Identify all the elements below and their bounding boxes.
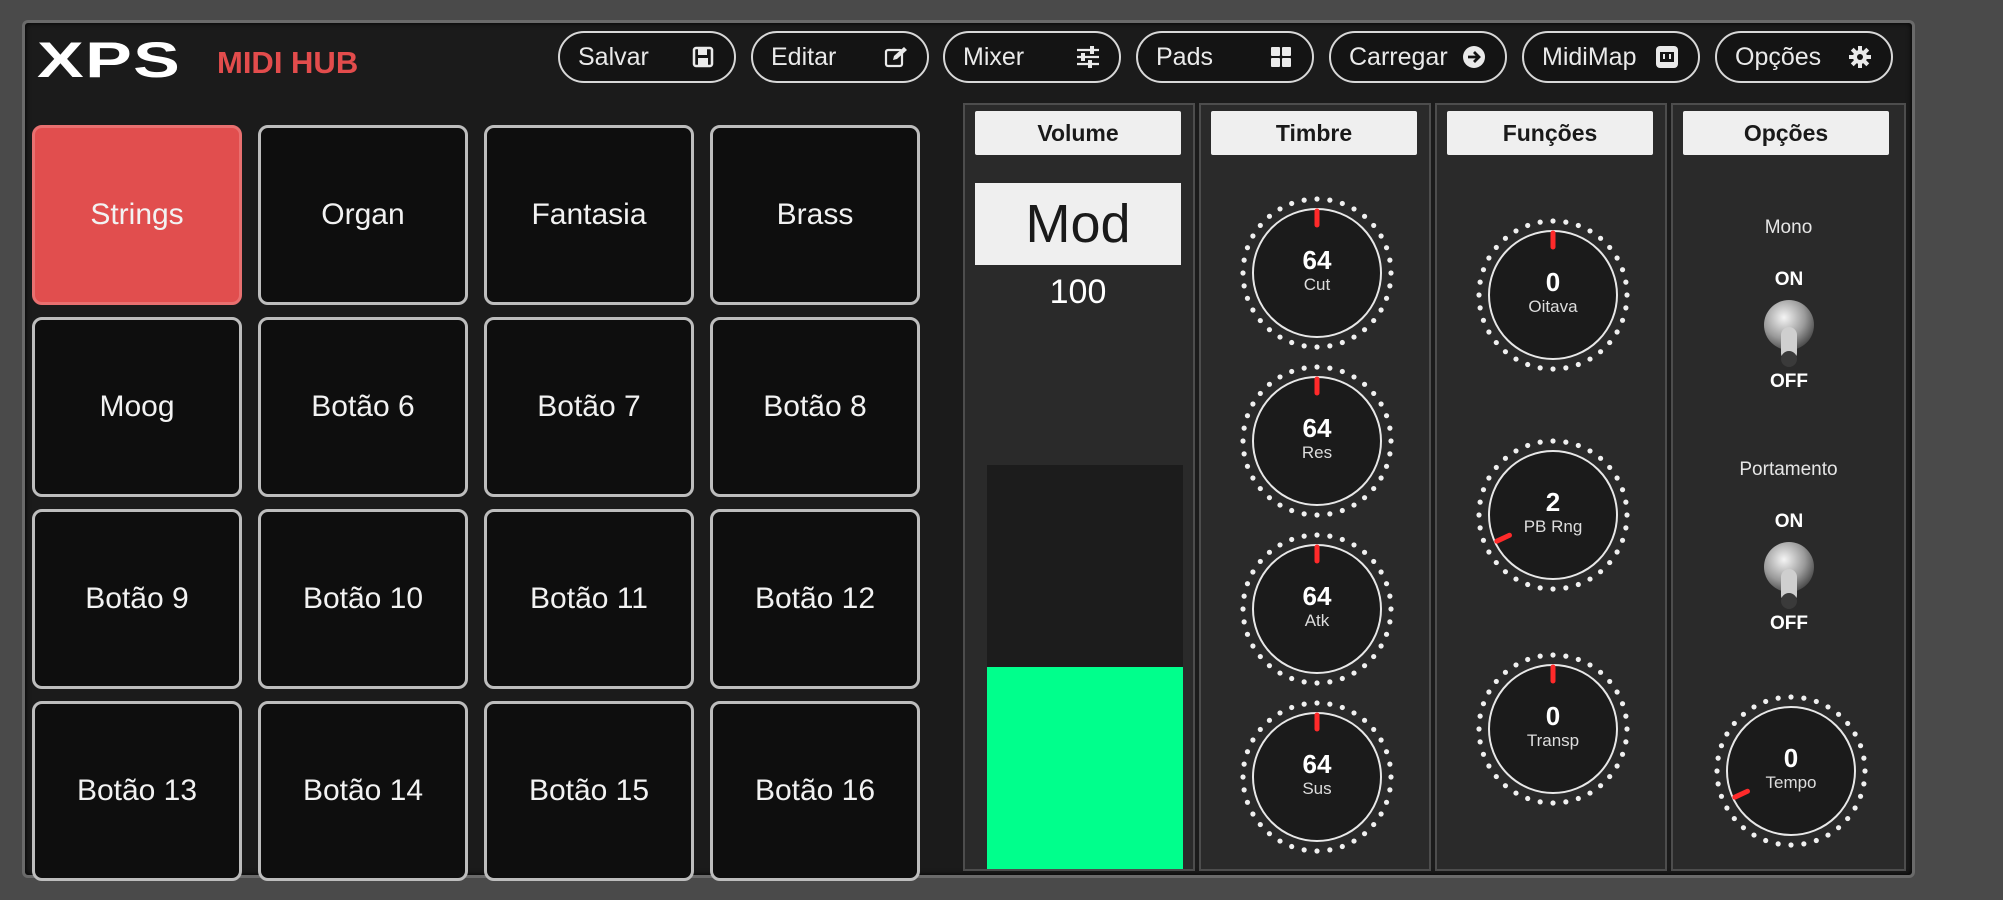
timbre-column: Timbre 64 Cut 64 Res 64 Atk 64 Sus (1199, 103, 1431, 871)
pads-button-label: Pads (1156, 42, 1213, 71)
pad-15[interactable]: Botão 15 (484, 701, 694, 881)
timbre-header: Timbre (1211, 111, 1417, 155)
logo-xps: XPS (37, 32, 182, 88)
pad-6[interactable]: Botão 6 (258, 317, 468, 497)
knob-tempo-value: 0 (1783, 743, 1799, 773)
knob-transp[interactable]: 0 Transp (1473, 649, 1633, 809)
volume-column: Volume Mod 100 (963, 103, 1195, 871)
mod-display[interactable]: Mod (975, 183, 1181, 265)
options-header: Opções (1683, 111, 1889, 155)
mono-toggle[interactable]: ON OFF (1749, 269, 1829, 399)
knob-atk-value: 64 (1302, 581, 1332, 611)
pad-8[interactable]: Botão 8 (710, 317, 920, 497)
header-bar: XPS MIDI HUB Salvar Editar Mixer Pads Ca… (25, 23, 1912, 93)
pad-3[interactable]: Fantasia (484, 125, 694, 305)
pad-14[interactable]: Botão 14 (258, 701, 468, 881)
mixer-button[interactable]: Mixer (943, 31, 1121, 83)
pad-11[interactable]: Botão 11 (484, 509, 694, 689)
arrow-right-circle-icon (1461, 44, 1487, 70)
toggle-switch-icon (1764, 300, 1814, 367)
volume-header: Volume (975, 111, 1181, 155)
knob-oitava-value: 0 (1545, 267, 1561, 297)
pad-4[interactable]: Brass (710, 125, 920, 305)
pads-button[interactable]: Pads (1136, 31, 1314, 83)
toggle-switch-icon (1764, 542, 1814, 609)
knob-oitava[interactable]: 0 Oitava (1473, 215, 1633, 375)
save-icon (690, 44, 716, 70)
knob-oitava-label: Oitava (1528, 297, 1578, 316)
options-button[interactable]: Opções (1715, 31, 1893, 83)
options-button-label: Opções (1735, 42, 1822, 71)
mono-toggle-on-label: ON (1774, 269, 1804, 290)
volume-fader[interactable] (987, 465, 1183, 869)
mixer-button-label: Mixer (963, 42, 1025, 71)
knob-tempo[interactable]: 0 Tempo (1711, 691, 1871, 851)
portamento-label: Portamento (1739, 459, 1838, 480)
edit-icon (883, 44, 909, 70)
options-column: Opções Mono ON OFF Portamento ON OFF 0 T… (1671, 103, 1906, 871)
knob-cut[interactable]: 64 Cut (1237, 193, 1397, 353)
gear-icon (1847, 44, 1873, 70)
knob-res-label: Res (1301, 443, 1333, 462)
knob-sus[interactable]: 64 Sus (1237, 697, 1397, 857)
load-button-label: Carregar (1349, 42, 1448, 71)
portamento-toggle-off-label: OFF (1770, 613, 1808, 634)
knob-transp-label: Transp (1526, 731, 1580, 750)
pad-5[interactable]: Moog (32, 317, 242, 497)
pad-9[interactable]: Botão 9 (32, 509, 242, 689)
pad-12[interactable]: Botão 12 (710, 509, 920, 689)
knob-pb-rng-label: PB Rng (1523, 517, 1583, 536)
midi-icon (1654, 44, 1680, 70)
edit-button-label: Editar (771, 42, 837, 71)
midimap-button-label: MidiMap (1542, 42, 1637, 71)
knob-res[interactable]: 64 Res (1237, 361, 1397, 521)
knob-tempo-label: Tempo (1765, 773, 1817, 792)
functions-column: Funções 0 Oitava 2 PB Rng 0 Transp (1435, 103, 1667, 871)
sliders-icon (1075, 44, 1101, 70)
pad-16[interactable]: Botão 16 (710, 701, 920, 881)
knob-pb-rng[interactable]: 2 PB Rng (1473, 435, 1633, 595)
pad-7[interactable]: Botão 7 (484, 317, 694, 497)
functions-header: Funções (1447, 111, 1653, 155)
mod-value: 100 (1049, 273, 1107, 311)
logo: XPS MIDI HUB (37, 35, 358, 85)
volume-fader-fill (987, 667, 1183, 869)
knob-pb-rng-value: 2 (1545, 487, 1561, 517)
midimap-button[interactable]: MidiMap (1522, 31, 1700, 83)
knob-res-value: 64 (1302, 413, 1332, 443)
pad-10[interactable]: Botão 10 (258, 509, 468, 689)
knob-cut-value: 64 (1302, 245, 1332, 275)
portamento-toggle-on-label: ON (1774, 511, 1804, 532)
load-button[interactable]: Carregar (1329, 31, 1507, 83)
mono-label: Mono (1764, 217, 1813, 238)
app-window: XPS MIDI HUB Salvar Editar Mixer Pads Ca… (22, 20, 1915, 881)
grid-icon (1268, 44, 1294, 70)
save-button-label: Salvar (578, 42, 649, 71)
portamento-toggle[interactable]: ON OFF (1749, 511, 1829, 641)
control-panel: Volume Mod 100 Timbre 64 Cut 64 Res 64 A… (963, 103, 1906, 871)
pad-13[interactable]: Botão 13 (32, 701, 242, 881)
pad-grid: Strings Organ Fantasia Brass Moog Botão … (27, 103, 927, 881)
knob-sus-value: 64 (1302, 749, 1332, 779)
knob-cut-label: Cut (1303, 275, 1331, 294)
knob-sus-label: Sus (1302, 779, 1332, 798)
pad-1[interactable]: Strings (32, 125, 242, 305)
mono-toggle-off-label: OFF (1770, 371, 1808, 392)
knob-atk-label: Atk (1304, 611, 1330, 630)
edit-button[interactable]: Editar (751, 31, 929, 83)
pad-2[interactable]: Organ (258, 125, 468, 305)
knob-atk[interactable]: 64 Atk (1237, 529, 1397, 689)
knob-transp-value: 0 (1545, 701, 1561, 731)
save-button[interactable]: Salvar (558, 31, 736, 83)
